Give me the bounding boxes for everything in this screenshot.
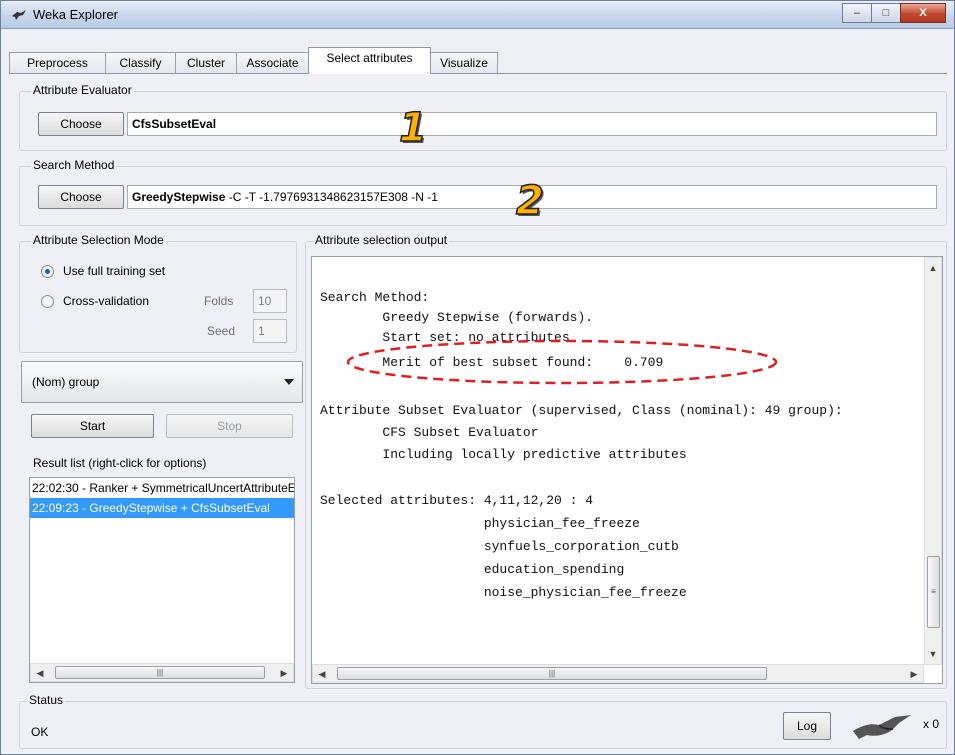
attribute-selection-output[interactable]: Search Method: Greedy Stepwise (forwards… [311, 256, 943, 684]
output-line-10: Selected attributes: 4,11,12,20 : 4 [320, 493, 594, 508]
result-list-item-1[interactable]: 22:02:30 - Ranker + SymmetricalUncertAtt… [30, 478, 294, 498]
class-selector-value: (Nom) group [32, 375, 100, 389]
result-list[interactable]: 22:02:30 - Ranker + SymmetricalUncertAtt… [29, 477, 295, 683]
tab-panel-border [9, 73, 947, 74]
result-list-item-2[interactable]: 22:09:23 - GreedyStepwise + CfsSubsetEva… [30, 498, 294, 518]
window-title: Weka Explorer [33, 7, 119, 22]
search-method-name: GreedyStepwise [132, 190, 226, 204]
output-vscroll-thumb[interactable]: ≡ [927, 556, 940, 628]
weka-bird-status-icon[interactable] [849, 709, 917, 743]
seed-input[interactable]: 1 [253, 319, 287, 343]
output-hscroll-thumb[interactable]: ||| [337, 667, 767, 680]
result-list-scroll-thumb[interactable]: ||| [55, 666, 265, 679]
full-training-label: Use full training set [63, 264, 166, 278]
evaluator-field[interactable]: CfsSubsetEval [127, 112, 937, 136]
result-list-title: Result list (right-click for options) [33, 456, 207, 470]
scroll-left-icon[interactable]: ◀ [32, 665, 48, 681]
output-line-1: Search Method: [320, 290, 430, 305]
class-selector-dropdown[interactable]: (Nom) group [21, 361, 303, 403]
start-button[interactable]: Start [31, 414, 154, 438]
status-text: OK [31, 725, 49, 739]
seed-label: Seed [207, 324, 236, 338]
output-vscrollbar[interactable]: ▲ ≡ ▼ [924, 257, 942, 665]
close-button[interactable]: X [900, 3, 946, 23]
output-line-11: physician_fee_freeze [320, 516, 640, 531]
task-count: x 0 [923, 717, 940, 731]
selection-mode-title: Attribute Selection Mode [31, 233, 166, 247]
tab-preprocess[interactable]: Preprocess [9, 52, 106, 74]
scroll-down-icon[interactable]: ▼ [925, 646, 941, 662]
highlight-ellipse [346, 339, 778, 385]
maximize-button[interactable]: □ [871, 3, 901, 23]
weka-bird-icon [12, 10, 26, 20]
scroll-right-icon[interactable]: ▶ [276, 665, 292, 681]
tab-associate[interactable]: Associate [236, 52, 309, 74]
scroll-up-icon[interactable]: ▲ [925, 260, 941, 276]
tab-classify[interactable]: Classify [105, 52, 176, 74]
scroll-left-icon[interactable]: ◀ [314, 666, 330, 682]
output-line-12: synfuels_corporation_cutb [320, 539, 679, 554]
weka-explorer-window: Weka Explorer – □ X Preprocess Classify … [0, 0, 955, 755]
output-line-13: education_spending [320, 562, 625, 577]
minimize-icon: – [853, 7, 861, 19]
output-line-6: Attribute Subset Evaluator (supervised, … [320, 403, 843, 418]
folds-input[interactable]: 10 [253, 289, 287, 313]
cross-validation-radio[interactable] [41, 295, 54, 308]
stop-button[interactable]: Stop [166, 414, 293, 438]
evaluator-name: CfsSubsetEval [132, 117, 217, 131]
output-line-7: CFS Subset Evaluator [320, 425, 539, 440]
minimize-button[interactable]: – [842, 3, 872, 23]
chevron-down-icon [284, 379, 294, 385]
output-hscrollbar[interactable]: ◀ ||| ▶ [312, 664, 924, 683]
result-list-hscrollbar[interactable]: ◀ ||| ▶ [30, 663, 294, 682]
output-title: Attribute selection output [313, 233, 450, 247]
annotation-number-1: 1 [398, 105, 427, 151]
cross-validation-label: Cross-validation [63, 294, 150, 308]
choose-search-button[interactable]: Choose [38, 185, 124, 209]
search-method-options: -C -T -1.7976931348623157E308 -N -1 [225, 190, 438, 204]
close-icon: X [919, 7, 927, 19]
status-title: Status [27, 693, 66, 707]
choose-evaluator-button[interactable]: Choose [38, 112, 124, 136]
annotation-number-2: 2 [515, 178, 544, 224]
output-line-2: Greedy Stepwise (forwards). [320, 310, 594, 325]
log-button[interactable]: Log [783, 712, 831, 740]
attribute-evaluator-title: Attribute Evaluator [31, 83, 134, 97]
output-line-14: noise_physician_fee_freeze [320, 585, 687, 600]
title-bar[interactable]: Weka Explorer – □ X [1, 1, 954, 29]
scroll-right-icon[interactable]: ▶ [906, 666, 922, 682]
tab-cluster[interactable]: Cluster [175, 52, 237, 74]
folds-label: Folds [204, 294, 234, 308]
tab-visualize[interactable]: Visualize [430, 52, 498, 74]
maximize-icon: □ [882, 7, 890, 19]
search-method-title: Search Method [31, 158, 117, 172]
output-line-8: Including locally predictive attributes [320, 447, 687, 462]
tab-select-attributes[interactable]: Select attributes [308, 47, 431, 74]
full-training-radio[interactable] [41, 265, 54, 278]
